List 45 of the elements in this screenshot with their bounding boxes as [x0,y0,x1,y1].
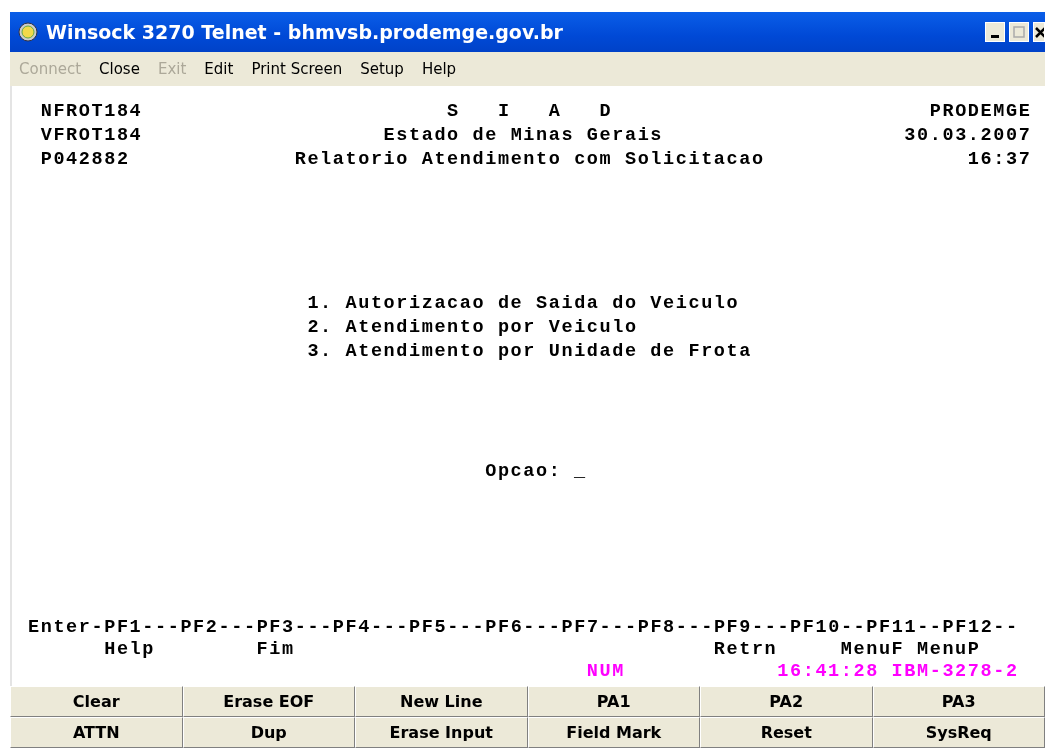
close-button[interactable] [1033,22,1045,42]
function-key-label: MenuF [840,638,905,660]
key-button[interactable]: Erase EOF [182,686,355,717]
function-key-label: Fim [256,638,295,660]
function-key-label: MenuP [917,638,981,660]
maximize-icon [1013,26,1025,38]
status-info: 16:41:28 IBM-3278-2 [777,660,1019,680]
key-button[interactable]: Reset [700,717,873,748]
menu-option: 2. Atendimento por Veiculo [307,316,638,340]
menu-item[interactable]: Setup [351,57,413,81]
screen-code: P042882 [40,148,130,172]
key-button[interactable]: PA1 [527,686,700,717]
key-button[interactable]: Field Mark [527,717,700,748]
screen-code: NFROT184 [40,100,143,124]
menu-item[interactable]: Close [90,57,149,81]
minimize-icon [991,34,999,38]
menu-option: 3. Atendimento por Unidade de Frota [307,340,752,364]
key-button[interactable]: Clear [10,686,183,717]
key-button[interactable]: PA3 [872,686,1045,717]
screen-info: 16:37 [967,148,1032,172]
option-prompt[interactable]: Opcao: _ [485,460,587,484]
screen-title: S I A D [447,100,613,124]
menu-option: 1. Autorizacao de Saida do Veiculo [307,292,740,316]
screen-title: Relatorio Atendimento com Solicitacao [294,148,765,172]
key-button[interactable]: ATTN [10,717,183,748]
screen-code: VFROT184 [40,124,143,148]
app-icon [18,22,38,42]
screen-info: PRODEMGE [929,100,1032,124]
key-button[interactable]: Dup [182,717,355,748]
function-key-label: Help [104,638,155,660]
key-button[interactable]: New Line [355,686,528,717]
function-key-line: Enter-PF1---PF2---PF3---PF4---PF5---PF6---PF7---PF8---PF9---PF10--PF11--PF12-- [28,616,1019,638]
close-icon [1034,26,1044,38]
screen-info: 30.03.2007 [904,124,1032,148]
key-button[interactable]: Erase Input [355,717,528,748]
menu-item[interactable]: Edit [195,57,243,81]
screen-title: Estado de Minas Gerais [383,124,664,148]
menu-item[interactable]: Help [412,57,466,81]
key-button[interactable]: PA2 [700,686,873,717]
num-lock-indicator: NUM [586,660,625,680]
window-title: Winsock 3270 Telnet - bhmvsb.prodemge.gov.br [46,19,563,45]
minimize-button[interactable] [985,22,1005,42]
function-key-label: Retrn [713,638,778,660]
menu-item[interactable]: Print Screen [242,57,352,81]
key-button[interactable]: SysReq [872,717,1045,748]
